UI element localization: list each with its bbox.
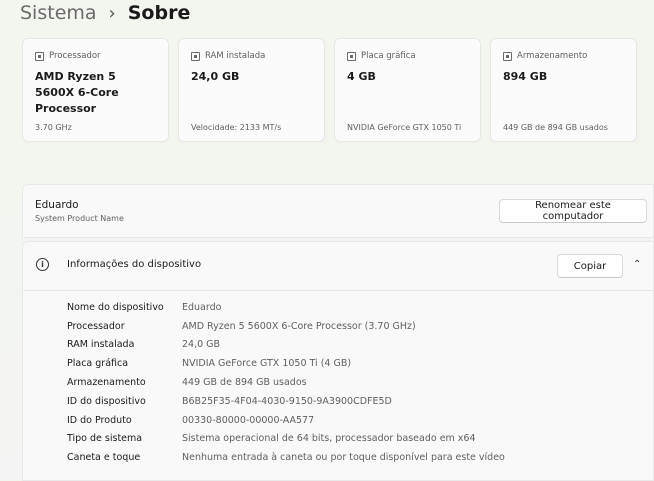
spec-card-storage: Armazenamento 894 GB 449 GB de 894 GB us… <box>490 38 637 142</box>
spec-card-processor: Processador AMD Ryzen 5 5600X 6-Core Pro… <box>22 38 169 142</box>
spec-label: Placa gráfica <box>67 358 129 370</box>
card-value: 24,0 GB <box>191 70 240 83</box>
spec-label: ID do dispositivo <box>67 395 146 407</box>
card-title: Processador <box>49 51 101 61</box>
spec-row: Placa gráfica NVIDIA GeForce GTX 1050 Ti… <box>67 354 505 373</box>
spec-value: 00330-80000-00000-AA577 <box>182 414 315 426</box>
card-value: 894 GB <box>503 70 548 83</box>
spec-value: Sistema operacional de 64 bits, processa… <box>182 433 476 445</box>
spec-row: Tipo de sistema Sistema operacional de 6… <box>67 430 505 449</box>
spec-row: Caneta e toque Nenhuma entrada à caneta … <box>67 448 505 467</box>
storage-icon <box>503 51 512 61</box>
spec-row: Nome do dispositivo Eduardo <box>67 298 505 317</box>
spec-card-gpu: Placa gráfica 4 GB NVIDIA GeForce GTX 10… <box>334 38 481 142</box>
spec-value: Nenhuma entrada à caneta ou por toque di… <box>182 452 505 464</box>
spec-label: RAM instalada <box>67 339 135 351</box>
spec-label: Nome do dispositivo <box>67 301 164 313</box>
spec-label: Processador <box>67 320 125 332</box>
spec-label: Tipo de sistema <box>67 433 143 445</box>
page-title: Sobre <box>127 2 191 24</box>
spec-label: Armazenamento <box>67 377 146 389</box>
card-title: Placa gráfica <box>361 51 416 61</box>
spec-value: NVIDIA GeForce GTX 1050 Ti (4 GB) <box>182 358 352 370</box>
device-info-panel: i Informações do dispositivo Copiar ⌃ No… <box>22 241 654 481</box>
spec-label: ID do Produto <box>67 414 132 426</box>
spec-row: ID do dispositivo B6B25F35-4F04-4030-915… <box>67 392 505 411</box>
device-name-panel: Eduardo System Product Name Renomear est… <box>22 184 654 238</box>
breadcrumb-parent-link[interactable]: Sistema <box>20 2 97 24</box>
spec-value: Eduardo <box>182 301 222 313</box>
device-name: Eduardo <box>35 199 79 211</box>
copy-button[interactable]: Copiar <box>557 254 623 278</box>
spec-row: ID do Produto 00330-80000-00000-AA577 <box>67 411 505 430</box>
device-info-title: Informações do dispositivo <box>67 259 202 270</box>
spec-row: Processador AMD Ryzen 5 5600X 6-Core Pro… <box>67 317 505 336</box>
processor-icon <box>35 51 44 61</box>
chevron-right-icon: › <box>108 2 116 24</box>
spec-value: AMD Ryzen 5 5600X 6-Core Processor (3.70… <box>182 320 416 332</box>
card-subtitle: NVIDIA GeForce GTX 1050 Ti <box>347 123 462 132</box>
spec-row: RAM instalada 24,0 GB <box>67 336 505 355</box>
card-subtitle: 449 GB de 894 GB usados <box>503 123 608 132</box>
card-value: AMD Ryzen 5 5600X 6-Core Processor <box>35 70 119 115</box>
device-model: System Product Name <box>35 214 124 223</box>
breadcrumb: Sistema › Sobre <box>20 0 190 28</box>
gpu-icon <box>347 51 356 61</box>
info-icon: i <box>36 258 49 271</box>
card-title: Armazenamento <box>517 51 588 61</box>
card-subtitle: 3.70 GHz <box>35 123 72 132</box>
device-info-header[interactable]: i Informações do dispositivo Copiar ⌃ <box>23 242 653 291</box>
spec-cards: Processador AMD Ryzen 5 5600X 6-Core Pro… <box>22 38 638 142</box>
spec-value: 24,0 GB <box>182 339 221 351</box>
rename-pc-button[interactable]: Renomear este computador <box>499 199 647 223</box>
card-value: 4 GB <box>347 70 376 83</box>
chevron-up-icon[interactable]: ⌃ <box>633 259 641 270</box>
device-specs-list: Nome do dispositivo Eduardo Processador … <box>67 298 505 467</box>
spec-value: 449 GB de 894 GB usados <box>182 377 307 389</box>
spec-card-ram: RAM instalada 24,0 GB Velocidade: 2133 M… <box>178 38 325 142</box>
card-title: RAM instalada <box>205 51 266 61</box>
ram-icon <box>191 51 200 61</box>
spec-label: Caneta e toque <box>67 452 141 464</box>
spec-row: Armazenamento 449 GB de 894 GB usados <box>67 373 505 392</box>
card-subtitle: Velocidade: 2133 MT/s <box>191 123 282 132</box>
spec-value: B6B25F35-4F04-4030-9150-9A3900CDFE5D <box>182 395 392 407</box>
